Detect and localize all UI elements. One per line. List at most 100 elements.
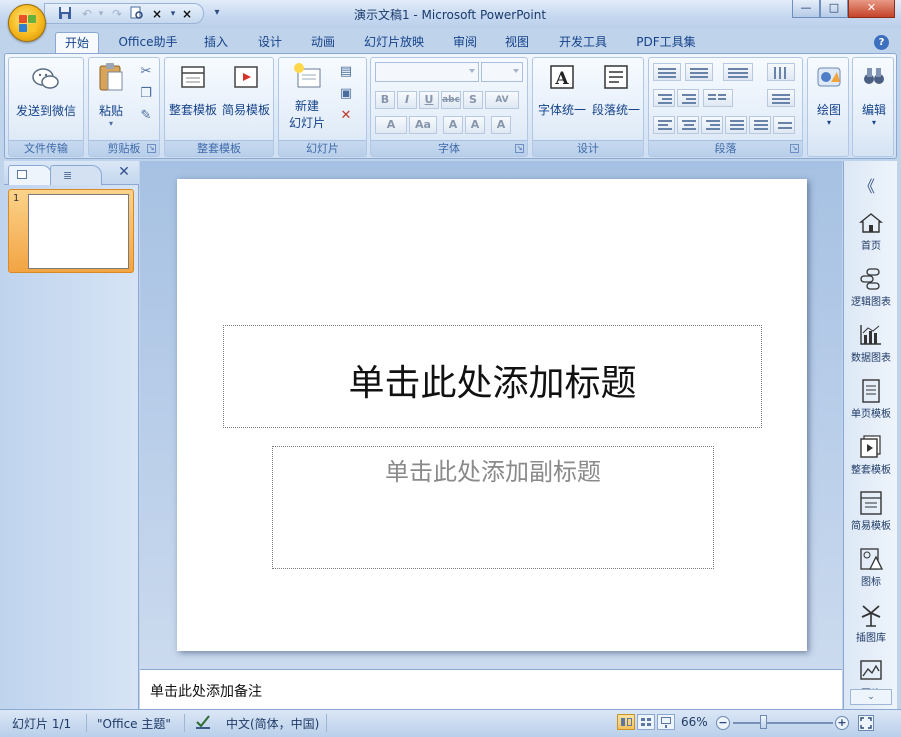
close-button[interactable]: ✕ bbox=[848, 0, 895, 18]
copy-icon[interactable]: ❐ bbox=[137, 86, 155, 102]
clear-format-button[interactable]: A bbox=[491, 116, 511, 134]
change-case-button[interactable]: Aa bbox=[409, 116, 437, 134]
format-painter-icon[interactable]: ✎ bbox=[137, 108, 155, 124]
align-text-button[interactable] bbox=[767, 89, 795, 107]
office-button[interactable] bbox=[8, 4, 46, 42]
align-right-button[interactable] bbox=[701, 116, 723, 134]
zoom-out-icon[interactable]: − bbox=[716, 716, 730, 730]
slideshow-view-button[interactable] bbox=[657, 714, 675, 730]
simple-template-button[interactable]: 简易模板 bbox=[220, 64, 272, 118]
slide-thumbnail-selected[interactable]: 1 bbox=[8, 189, 134, 273]
normal-view-button[interactable] bbox=[617, 714, 635, 730]
para-unify-button[interactable]: 段落统一 bbox=[589, 64, 643, 118]
align-left-button[interactable] bbox=[653, 116, 675, 134]
bold-button[interactable]: B bbox=[375, 91, 395, 109]
print-preview-icon[interactable] bbox=[129, 6, 145, 22]
collapse-sidebar-icon[interactable]: 《 bbox=[859, 173, 875, 197]
columns-button[interactable] bbox=[703, 89, 733, 107]
cut-icon[interactable]: ✂ bbox=[137, 64, 155, 80]
tab-home[interactable]: 开始 bbox=[55, 32, 99, 54]
fit-to-window-icon[interactable] bbox=[858, 715, 874, 731]
zoom-percentage[interactable]: 66% bbox=[681, 715, 708, 729]
zoom-slider-track[interactable] bbox=[733, 722, 833, 724]
line-spacing-button[interactable] bbox=[723, 63, 753, 81]
numbering-button[interactable] bbox=[685, 63, 713, 81]
slide-canvas[interactable]: 单击此处添加标题 单击此处添加副标题 bbox=[177, 179, 807, 651]
shadow-button[interactable]: S bbox=[463, 91, 483, 109]
font-color-button[interactable]: A bbox=[375, 116, 407, 134]
sidebar-item-data-chart[interactable]: 数据图表 bbox=[844, 323, 898, 364]
align-center-button[interactable] bbox=[677, 116, 699, 134]
smartart-button[interactable] bbox=[773, 116, 795, 134]
paragraph-launcher-icon[interactable]: ↘ bbox=[790, 144, 799, 153]
increase-indent-button[interactable] bbox=[677, 89, 699, 107]
clipboard-launcher-icon[interactable]: ↘ bbox=[147, 144, 156, 153]
tab-slides-thumbnails[interactable] bbox=[8, 165, 52, 185]
title-placeholder[interactable]: 单击此处添加标题 bbox=[223, 325, 762, 428]
slide-sorter-view-button[interactable] bbox=[637, 714, 655, 730]
char-spacing-button[interactable]: AV bbox=[485, 91, 519, 109]
zoom-slider-thumb[interactable] bbox=[760, 715, 768, 729]
sidebar-item-logic-chart[interactable]: 逻辑图表 bbox=[844, 267, 898, 308]
theme-indicator[interactable]: "Office 主题" bbox=[97, 715, 171, 732]
bullets-button[interactable] bbox=[653, 63, 681, 81]
distributed-button[interactable] bbox=[749, 116, 771, 134]
spell-check-icon[interactable] bbox=[194, 713, 212, 734]
sidebar-item-single-page-template[interactable]: 单页模板 bbox=[844, 379, 898, 420]
tab-view[interactable]: 视图 bbox=[496, 32, 538, 54]
minimize-button[interactable]: — bbox=[792, 0, 820, 18]
editing-button[interactable]: 编辑 ▾ bbox=[855, 64, 893, 127]
sidebar-item-home[interactable]: 首页 bbox=[844, 211, 898, 252]
reset-icon[interactable]: ▣ bbox=[337, 86, 355, 102]
delete-slide-icon[interactable]: ✕ bbox=[337, 108, 355, 124]
drawing-dropdown-icon[interactable]: ▾ bbox=[810, 118, 848, 127]
tab-insert[interactable]: 插入 bbox=[195, 32, 237, 54]
tab-developer[interactable]: 开发工具 bbox=[550, 32, 616, 54]
tab-outline[interactable]: ≣ bbox=[50, 165, 102, 185]
close-icon[interactable]: × bbox=[179, 6, 195, 22]
italic-button[interactable]: I bbox=[397, 91, 417, 109]
decrease-indent-button[interactable] bbox=[653, 89, 675, 107]
sidebar-item-simple-template[interactable]: 简易模板 bbox=[844, 491, 898, 532]
tab-pdf-tools[interactable]: PDF工具集 bbox=[628, 32, 704, 54]
tab-animation[interactable]: 动画 bbox=[302, 32, 344, 54]
tab-review[interactable]: 审阅 bbox=[444, 32, 486, 54]
paste-button[interactable]: 粘贴 ▾ bbox=[93, 62, 129, 128]
text-direction-button[interactable] bbox=[767, 63, 795, 81]
save-icon[interactable] bbox=[57, 6, 73, 22]
font-unify-button[interactable]: A 字体统一 bbox=[535, 64, 589, 118]
close-panel-button[interactable]: ✕ bbox=[117, 164, 131, 180]
sidebar-item-illustration-library[interactable]: 插图库 bbox=[844, 603, 898, 644]
layout-icon[interactable]: ▤ bbox=[337, 64, 355, 80]
sidebar-item-icon-library[interactable]: 图标 bbox=[844, 547, 898, 588]
grow-font-button[interactable]: A bbox=[443, 116, 463, 134]
sidebar-scroll-down-icon[interactable]: ⌄ bbox=[850, 689, 892, 705]
send-to-wechat-button[interactable]: 发送到微信 bbox=[11, 64, 81, 119]
maximize-button[interactable]: □ bbox=[820, 0, 848, 18]
tab-office-assistant[interactable]: Office助手 bbox=[110, 32, 186, 54]
paste-dropdown-icon[interactable]: ▾ bbox=[93, 119, 129, 128]
tab-slideshow[interactable]: 幻灯片放映 bbox=[356, 32, 432, 54]
language-indicator[interactable]: 中文(简体，中国) bbox=[226, 715, 319, 732]
help-icon[interactable]: ? bbox=[874, 35, 889, 50]
shrink-font-button[interactable]: A bbox=[465, 116, 485, 134]
font-name-combo[interactable] bbox=[375, 62, 479, 82]
zoom-in-icon[interactable]: + bbox=[835, 716, 849, 730]
font-size-combo[interactable] bbox=[481, 62, 523, 82]
undo-dropdown-icon[interactable]: ▾ bbox=[93, 6, 109, 22]
tab-design[interactable]: 设计 bbox=[249, 32, 291, 54]
sidebar-item-full-template[interactable]: 整套模板 bbox=[844, 435, 898, 476]
customize-qat-icon[interactable]: ▾ bbox=[209, 5, 225, 21]
cut-icon[interactable]: × bbox=[149, 6, 165, 22]
new-slide-button[interactable]: 新建 幻灯片 bbox=[281, 62, 333, 131]
strikethrough-button[interactable]: abc bbox=[441, 91, 461, 109]
notes-pane[interactable]: 单击此处添加备注 bbox=[140, 669, 842, 709]
subtitle-placeholder[interactable]: 单击此处添加副标题 bbox=[272, 446, 714, 569]
justify-button[interactable] bbox=[725, 116, 747, 134]
font-launcher-icon[interactable]: ↘ bbox=[515, 144, 524, 153]
editing-dropdown-icon[interactable]: ▾ bbox=[855, 118, 893, 127]
redo-icon[interactable]: ↷ bbox=[109, 6, 125, 22]
underline-button[interactable]: U bbox=[419, 91, 439, 109]
drawing-button[interactable]: 绘图 ▾ bbox=[810, 64, 848, 127]
full-template-button[interactable]: 整套模板 bbox=[167, 64, 219, 118]
